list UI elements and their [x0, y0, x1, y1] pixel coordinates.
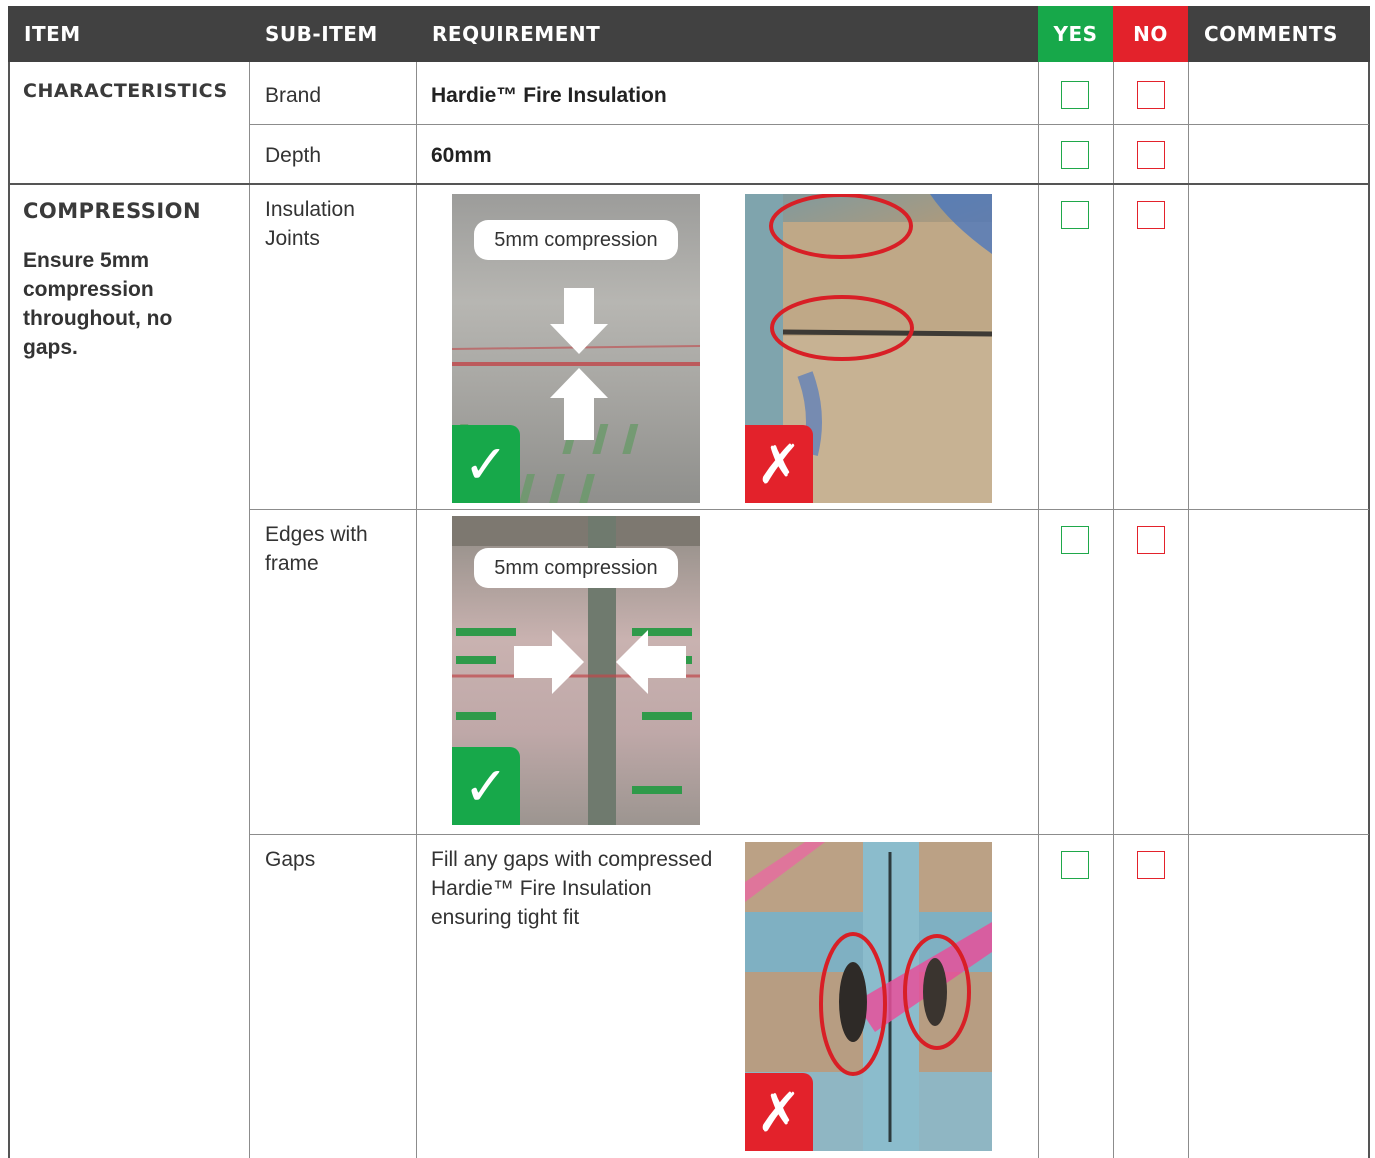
cross-mark-icon: ✗	[745, 425, 813, 503]
header-comments: COMMENTS	[1188, 6, 1370, 62]
photo-bad-gaps: ✗	[745, 842, 992, 1151]
row-divider-edges	[249, 834, 1369, 835]
yes-checkbox-depth[interactable]	[1061, 141, 1089, 169]
item-compression: COMPRESSION	[23, 199, 202, 223]
header-no: NO	[1113, 6, 1188, 62]
no-checkbox-joints[interactable]	[1137, 201, 1165, 229]
yes-checkbox-brand[interactable]	[1061, 81, 1089, 109]
check-mark-icon: ✓	[452, 747, 520, 825]
col-divider-req	[1038, 62, 1039, 1158]
col-divider-sub	[416, 62, 417, 1158]
col-divider-yes	[1113, 62, 1114, 1158]
table-border-left	[8, 62, 10, 1158]
requirement-gaps: Fill any gaps with compressed Hardie™ Fi…	[431, 848, 713, 929]
header-item: ITEM	[8, 6, 249, 62]
photo-bad-joint: ✗	[745, 194, 992, 503]
sub-item-edges-with-frame: Edges with frame	[265, 523, 368, 575]
no-checkbox-brand[interactable]	[1137, 81, 1165, 109]
photo-good-joint: 5mm compression ✓	[452, 194, 700, 503]
sub-item-depth: Depth	[265, 144, 322, 167]
requirement-brand: Hardie™ Fire Insulation	[431, 84, 667, 107]
compression-note: Ensure 5mm compression throughout, no ga…	[23, 249, 173, 359]
callout-joint: 5mm compression	[474, 220, 678, 260]
header-yes: YES	[1038, 6, 1113, 62]
col-divider-no	[1188, 62, 1189, 1158]
header-sub-item: SUB-ITEM	[249, 6, 416, 62]
photo-good-edge: 5mm compression ✓	[452, 516, 700, 825]
sub-item-insulation-joints: Insulation Joints	[265, 198, 355, 250]
header-requirement: REQUIREMENT	[416, 6, 1038, 62]
sub-item-gaps: Gaps	[265, 848, 316, 871]
callout-edge: 5mm compression	[474, 548, 678, 588]
no-checkbox-gaps[interactable]	[1137, 851, 1165, 879]
yes-checkbox-edges[interactable]	[1061, 526, 1089, 554]
col-divider-item	[249, 62, 250, 1158]
sub-item-brand: Brand	[265, 84, 322, 107]
section-divider	[8, 183, 1370, 185]
yes-checkbox-gaps[interactable]	[1061, 851, 1089, 879]
check-mark-icon: ✓	[452, 425, 520, 503]
item-characteristics: CHARACTERISTICS	[23, 80, 228, 102]
no-checkbox-depth[interactable]	[1137, 141, 1165, 169]
table-border-right	[1368, 62, 1370, 1158]
cross-mark-icon: ✗	[745, 1073, 813, 1151]
row-divider-brand	[249, 124, 1369, 125]
no-checkbox-edges[interactable]	[1137, 526, 1165, 554]
row-divider-joints	[249, 509, 1369, 510]
yes-checkbox-joints[interactable]	[1061, 201, 1089, 229]
requirement-depth: 60mm	[431, 144, 492, 167]
